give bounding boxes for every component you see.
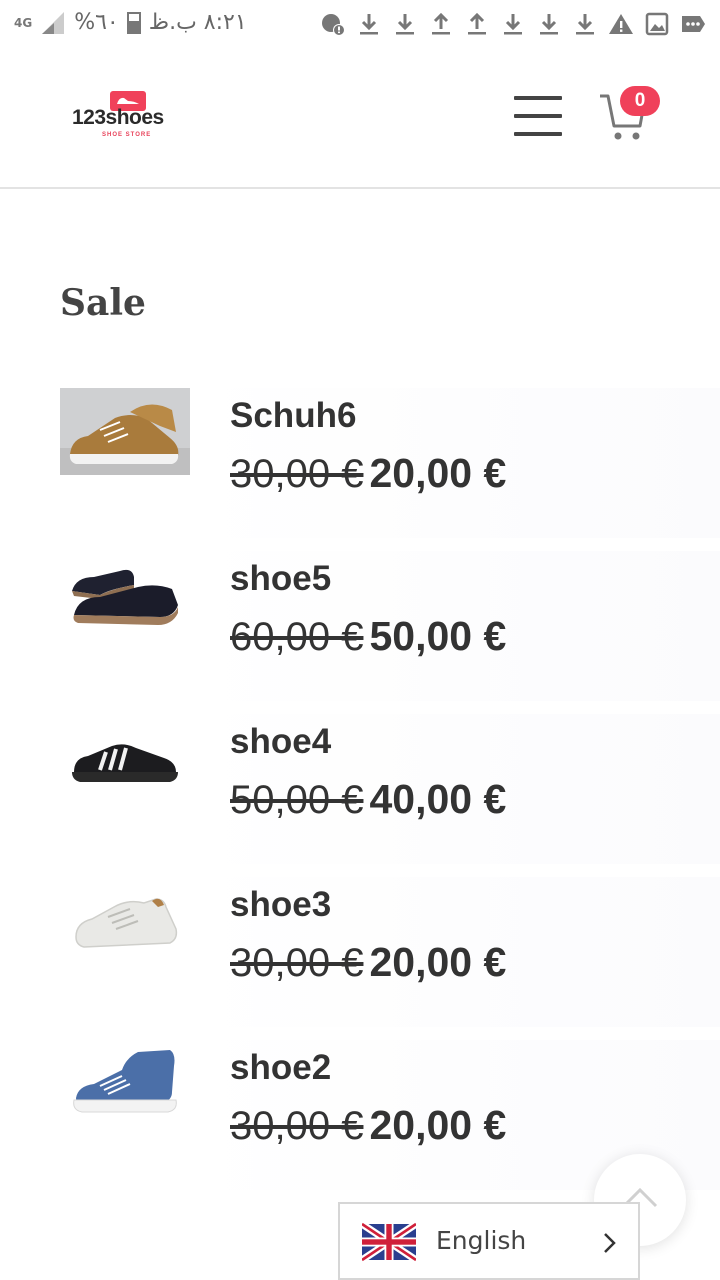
uk-flag-icon — [362, 1222, 416, 1262]
battery-level: ٦٠% — [74, 10, 119, 35]
product-name[interactable]: Schuh6 — [230, 396, 356, 436]
product-item[interactable]: shoe4 50,00 €40,00 € — [60, 714, 720, 877]
hamburger-line — [514, 114, 562, 118]
cart-count-badge: 0 — [620, 86, 660, 116]
sale-price: 20,00 € — [369, 1102, 507, 1148]
product-image-brown-sneaker[interactable] — [60, 388, 190, 475]
download-icon — [360, 14, 378, 35]
download-icon — [576, 14, 594, 35]
site-header: 123shoes SHOE STORE 0 — [0, 48, 720, 189]
chevron-right-icon — [604, 1233, 616, 1253]
product-item[interactable]: shoe3 30,00 €20,00 € — [60, 877, 720, 1040]
section-title: Sale — [60, 282, 146, 324]
sale-price: 50,00 € — [369, 613, 507, 659]
product-price: 60,00 €50,00 € — [230, 613, 506, 660]
old-price: 50,00 € — [230, 778, 364, 822]
more-icon — [682, 16, 705, 32]
signal-icon — [42, 11, 65, 34]
product-item[interactable]: shoe5 60,00 €50,00 € — [60, 551, 720, 714]
battery-icon — [126, 11, 141, 34]
old-price: 30,00 € — [230, 941, 364, 985]
download-icon — [540, 14, 558, 35]
warning-icon — [609, 14, 633, 34]
status-time: ٨:٢١ ب.ظ — [148, 10, 247, 35]
product-image-blue-high-top[interactable] — [60, 1040, 190, 1127]
download-icon — [504, 14, 522, 35]
product-item[interactable]: Schuh6 30,00 €20,00 € — [60, 388, 720, 551]
network-type: 4G — [14, 15, 33, 30]
product-name[interactable]: shoe5 — [230, 559, 331, 599]
language-switcher[interactable]: English — [338, 1202, 640, 1280]
product-image-black-striped-sneaker[interactable] — [60, 714, 190, 801]
product-image-black-slip-on[interactable] — [60, 551, 190, 638]
cart-button[interactable]: 0 — [598, 86, 662, 146]
logo-subtitle: SHOE STORE — [102, 132, 152, 138]
product-name[interactable]: shoe3 — [230, 885, 331, 925]
language-label: English — [436, 1226, 527, 1255]
download-icon — [396, 14, 414, 35]
sale-price: 20,00 € — [369, 450, 507, 496]
status-left: ٨:٢١ ب.ظ ٦٠% 4G — [14, 10, 247, 35]
logo-text: 123shoes — [72, 106, 164, 129]
hamburger-line — [514, 132, 562, 136]
sale-price: 20,00 € — [369, 939, 507, 985]
old-price: 30,00 € — [230, 452, 364, 496]
product-image-white-sneaker[interactable] — [60, 877, 190, 964]
product-price: 50,00 €40,00 € — [230, 776, 506, 823]
product-price: 30,00 €20,00 € — [230, 450, 506, 497]
upload-icon — [432, 12, 450, 35]
status-notifications — [320, 11, 706, 37]
site-logo[interactable]: 123shoes SHOE STORE — [72, 88, 182, 148]
old-price: 60,00 € — [230, 615, 364, 659]
menu-button[interactable] — [514, 96, 564, 140]
chat-alert-icon — [322, 14, 345, 36]
product-price: 30,00 €20,00 € — [230, 939, 506, 986]
upload-icon — [468, 12, 486, 35]
image-icon — [645, 12, 669, 36]
sale-price: 40,00 € — [369, 776, 507, 822]
product-name[interactable]: shoe2 — [230, 1048, 331, 1088]
old-price: 30,00 € — [230, 1104, 364, 1148]
hamburger-line — [514, 96, 562, 100]
product-price: 30,00 €20,00 € — [230, 1102, 506, 1149]
product-list: Schuh6 30,00 €20,00 € shoe5 60,00 €50,00… — [60, 388, 720, 1203]
product-name[interactable]: shoe4 — [230, 722, 331, 762]
status-bar: ٨:٢١ ب.ظ ٦٠% 4G — [0, 0, 720, 48]
